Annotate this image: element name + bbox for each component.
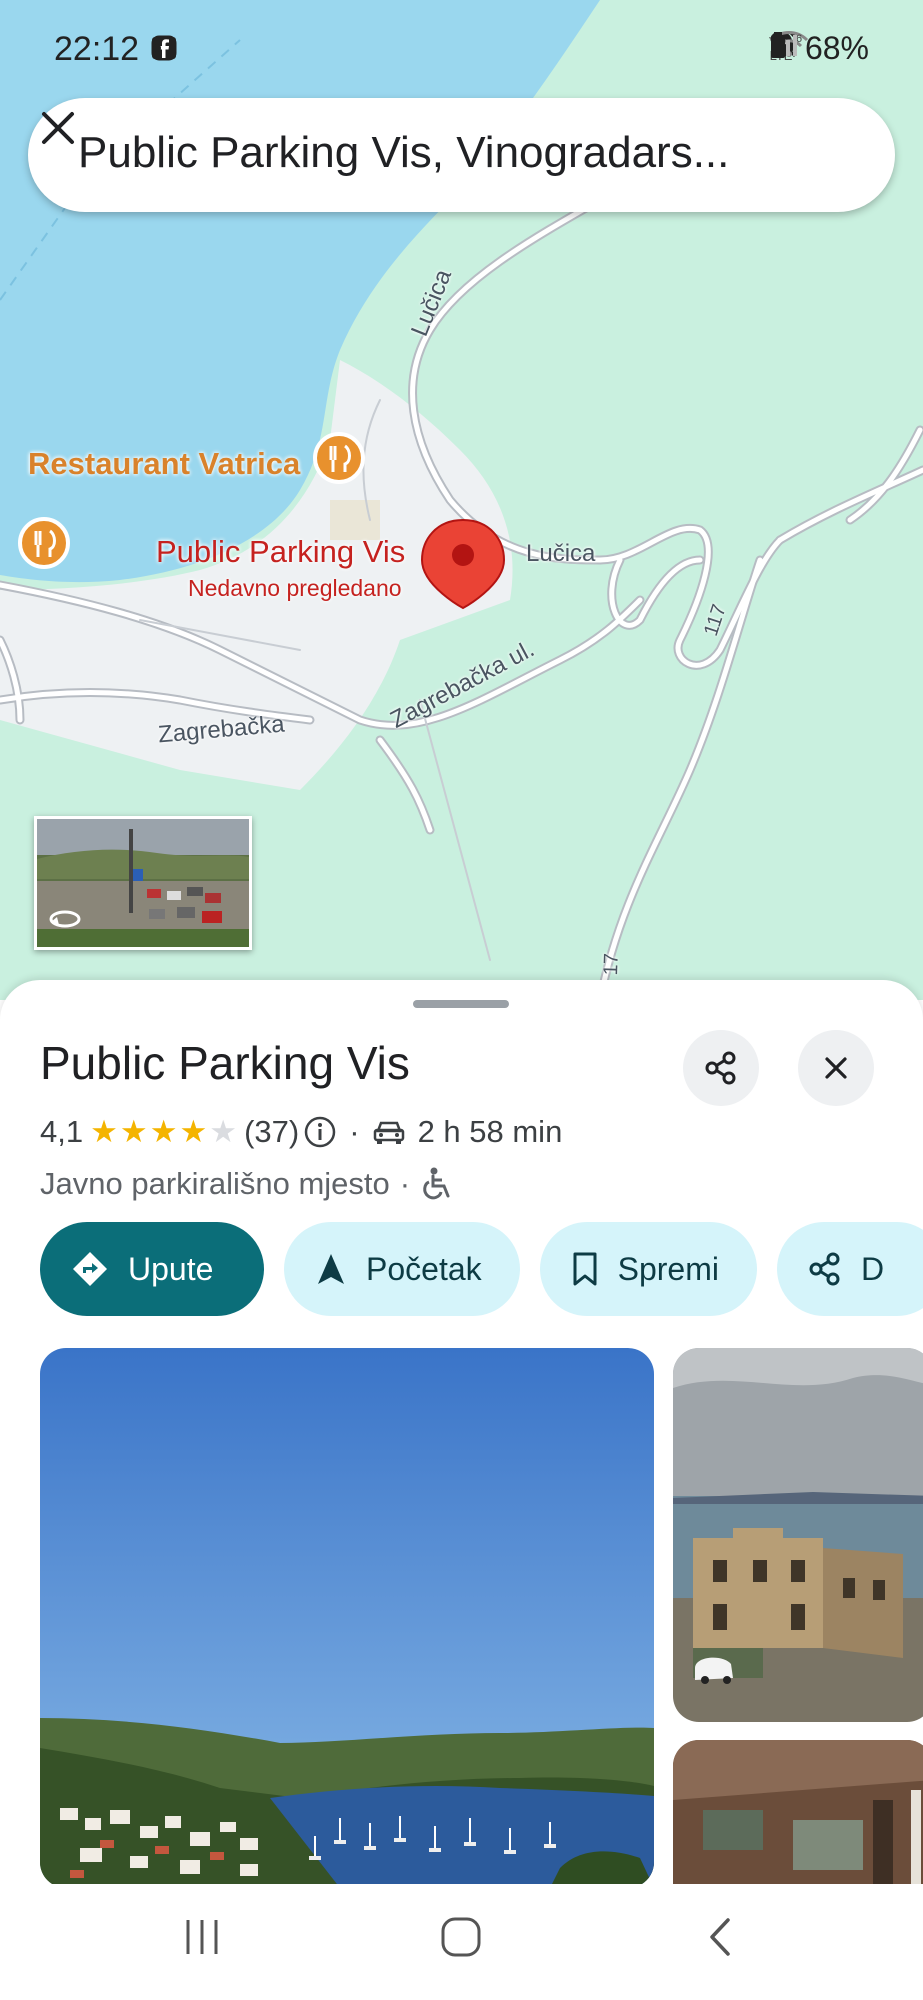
photo-ruin-building bbox=[673, 1348, 923, 1722]
battery-percent: 68% bbox=[804, 30, 869, 66]
save-button[interactable]: Spremi bbox=[539, 1222, 757, 1316]
place-photo[interactable] bbox=[40, 1348, 654, 1888]
back-icon[interactable] bbox=[700, 1912, 740, 1962]
star-filled-icon: ★ bbox=[149, 1114, 178, 1149]
battery-icon bbox=[771, 32, 786, 58]
search-input[interactable]: Public Parking Vis, Vinogradars... bbox=[78, 128, 729, 178]
photo-interior bbox=[673, 1740, 923, 1900]
place-category: Javno parkirališno mjesto bbox=[40, 1166, 390, 1201]
navigation-arrow-icon bbox=[318, 1254, 344, 1284]
pin-name-label[interactable]: Public Parking Vis bbox=[156, 534, 405, 570]
car-icon bbox=[373, 1121, 404, 1144]
wheelchair-icon[interactable] bbox=[420, 1166, 454, 1202]
action-chips: Upute Početak Spremi D bbox=[40, 1222, 923, 1316]
drive-time: 2 h 58 min bbox=[417, 1114, 563, 1149]
dot-icon bbox=[153, 44, 161, 52]
share-icon bbox=[705, 1051, 736, 1085]
system-icons: 6 Vo))LTE 68% bbox=[769, 30, 869, 67]
road-label-route-117: 17 bbox=[600, 952, 623, 976]
pin-subtitle-label: Nedavno pregledano bbox=[188, 575, 402, 601]
close-icon[interactable] bbox=[28, 98, 88, 158]
street-view-image bbox=[37, 819, 249, 947]
share-icon bbox=[809, 1252, 840, 1286]
save-label: Spremi bbox=[617, 1250, 719, 1287]
review-count[interactable]: (37) bbox=[244, 1114, 299, 1150]
map-view[interactable]: 22:12 6 Vo))LTE 68% Public Parking Vis, … bbox=[0, 0, 923, 1000]
category-row: Javno parkirališno mjesto · bbox=[40, 1166, 454, 1202]
star-empty-icon: ★ bbox=[209, 1114, 238, 1149]
drag-handle[interactable] bbox=[413, 1000, 509, 1008]
restaurant-pin-icon[interactable] bbox=[18, 517, 70, 569]
directions-label: Upute bbox=[128, 1250, 214, 1287]
star-filled-icon: ★ bbox=[179, 1114, 208, 1149]
restaurant-label[interactable]: Restaurant Vatrica bbox=[28, 446, 300, 482]
directions-button[interactable]: Upute bbox=[40, 1222, 264, 1316]
status-bar: 22:12 6 Vo))LTE 68% bbox=[0, 0, 923, 100]
directions-icon bbox=[73, 1252, 107, 1286]
star-filled-icon: ★ bbox=[90, 1114, 118, 1149]
rating-stars[interactable]: ★★★★★ bbox=[89, 1114, 238, 1150]
separator: · bbox=[399, 1166, 411, 1201]
rating-row: 4,1 ★★★★★ (37) · 2 h 58 min bbox=[40, 1114, 562, 1150]
share-button[interactable] bbox=[683, 1030, 759, 1106]
place-details-sheet[interactable]: Public Parking Vis 4,1 ★★★★★ (37) · 2 h … bbox=[0, 980, 923, 2000]
home-icon[interactable] bbox=[436, 1912, 486, 1962]
street-view-thumbnail[interactable] bbox=[34, 816, 252, 950]
close-icon bbox=[825, 1057, 847, 1079]
photo-harbour-view bbox=[40, 1348, 654, 1888]
bookmark-icon bbox=[573, 1252, 597, 1286]
place-title: Public Parking Vis bbox=[40, 1037, 410, 1089]
rating-value: 4,1 bbox=[40, 1114, 84, 1149]
close-button[interactable] bbox=[798, 1030, 874, 1106]
share-chip-button[interactable]: D bbox=[776, 1222, 923, 1316]
road-label-lucica: Lučica bbox=[526, 540, 596, 567]
info-icon[interactable] bbox=[303, 1115, 337, 1149]
start-label: Početak bbox=[366, 1250, 482, 1287]
place-photo[interactable] bbox=[673, 1348, 923, 1722]
start-button[interactable]: Početak bbox=[284, 1222, 520, 1316]
separator: · bbox=[349, 1114, 360, 1149]
place-photo[interactable] bbox=[673, 1740, 923, 1900]
share-label: D bbox=[860, 1250, 885, 1287]
recent-apps-icon[interactable] bbox=[180, 1912, 224, 1962]
search-bar[interactable]: Public Parking Vis, Vinogradars... bbox=[28, 98, 895, 212]
system-navigation-bar bbox=[0, 1884, 923, 2000]
star-filled-icon: ★ bbox=[119, 1114, 148, 1149]
status-time: 22:12 bbox=[54, 30, 140, 68]
restaurant-pin-icon[interactable] bbox=[313, 432, 365, 484]
